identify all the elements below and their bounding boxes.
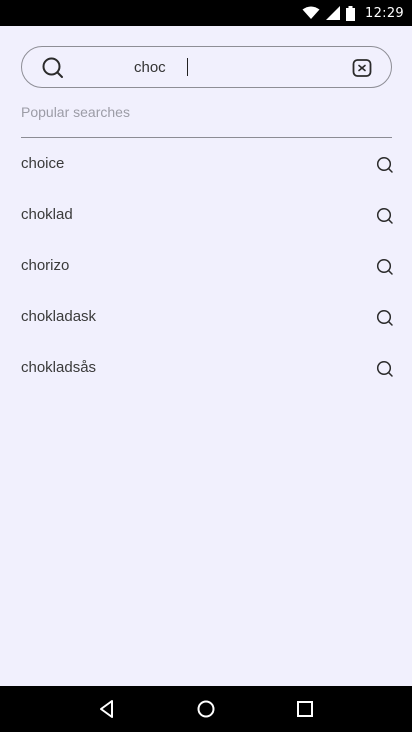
text-cursor [187, 58, 188, 76]
navigation-bar [0, 686, 412, 732]
recents-icon[interactable] [285, 689, 325, 729]
wifi-icon [302, 6, 320, 20]
suggestion-label: chokladask [21, 308, 97, 325]
search-icon [376, 309, 394, 327]
popular-searches-title: Popular searches [21, 104, 130, 120]
search-icon [376, 360, 394, 378]
back-icon[interactable] [87, 689, 127, 729]
search-box[interactable] [21, 46, 392, 88]
search-icon [376, 207, 394, 225]
suggestion-item[interactable]: chokladsås [0, 342, 412, 393]
status-time: 12:29 [365, 5, 404, 21]
suggestion-item[interactable]: choklad [0, 189, 412, 240]
suggestion-item[interactable]: chorizo [0, 240, 412, 291]
signal-icon [326, 6, 341, 20]
search-icon [376, 156, 394, 174]
suggestion-list: choice choklad chorizo chokladask chokla… [0, 138, 412, 393]
suggestion-label: chorizo [21, 257, 70, 274]
suggestion-label: choice [21, 155, 65, 172]
search-icon [376, 258, 394, 276]
search-input[interactable] [134, 55, 334, 79]
home-icon[interactable] [186, 689, 226, 729]
suggestion-item[interactable]: choice [0, 138, 412, 189]
battery-icon [346, 5, 356, 21]
status-bar: 12:29 [0, 0, 412, 26]
clear-icon[interactable] [352, 58, 372, 78]
suggestion-item[interactable]: chokladask [0, 291, 412, 342]
search-icon [41, 56, 65, 80]
search-screen: Popular searches choice choklad chorizo … [0, 26, 412, 686]
suggestion-label: choklad [21, 206, 73, 223]
suggestion-label: chokladsås [21, 359, 97, 376]
